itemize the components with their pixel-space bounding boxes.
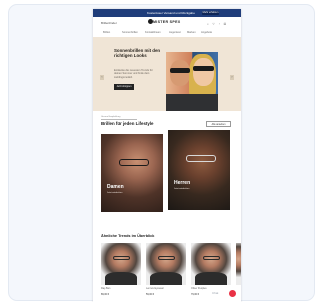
nav-item-kontaktlinsen[interactable]: Kontaktlinsen <box>145 31 161 34</box>
chat-icon[interactable] <box>229 290 236 297</box>
nav-item-marken[interactable]: Marken <box>187 31 196 34</box>
category-tile-herren[interactable]: Herren Jetzt entdecken <box>168 130 230 210</box>
product-price: 89,00 € <box>101 293 109 296</box>
main-nav: Brillen Sonnenbrillen Kontaktlinsen Auge… <box>93 30 241 36</box>
glasses-icon <box>203 256 220 260</box>
nav-item-augentest[interactable]: Augentest <box>169 31 181 34</box>
section-title: Brillen für jeden Lifestyle <box>101 121 154 126</box>
user-icon[interactable]: ◔ <box>218 22 221 26</box>
promo-bar: Kostenloser Versand und Rückgabe Mehr er… <box>93 9 241 17</box>
header-icons: ⌕ ♡ ◔ ▣ <box>207 22 227 26</box>
site-header: Brillenfinder MISTER SPEX ⌕ ♡ ◔ ▣ <box>93 17 241 30</box>
product-name: Lennox Eyewear <box>146 287 164 290</box>
chat-label: Chat <box>212 291 219 295</box>
promo-cta-button[interactable]: Mehr erfahren <box>202 11 219 15</box>
site-logo[interactable]: MISTER SPEX <box>148 19 181 24</box>
website-preview: Kostenloser Versand und Rückgabe Mehr er… <box>93 9 241 302</box>
nav-item-brillen[interactable]: Brillen <box>103 31 110 34</box>
hero-title: Sonnenbrillen mit den richtigen Looks <box>114 48 161 59</box>
hero-banner: Sonnenbrillen mit den richtigen Looks En… <box>93 37 241 111</box>
glasses-icon <box>186 155 216 162</box>
hero-next-arrow-icon[interactable]: › <box>230 75 234 80</box>
product-price: 59,00 € <box>146 293 154 296</box>
tile-caption: Damen <box>107 184 124 190</box>
product-card[interactable] <box>191 243 231 285</box>
product-card-partial[interactable] <box>236 243 241 285</box>
tile-subcaption: Jetzt entdecken <box>107 192 123 194</box>
glasses-icon <box>113 256 130 260</box>
glasses-icon <box>158 256 175 260</box>
similar-trends-title: Ähnliche Trends im Überblick <box>101 234 155 238</box>
hero-image <box>166 52 218 111</box>
hero-prev-arrow-icon[interactable]: ‹ <box>100 75 104 80</box>
promo-text: Kostenloser Versand und Rückgabe <box>147 11 195 15</box>
hero-cta-button[interactable]: Jetzt shoppen <box>114 84 134 90</box>
heart-icon[interactable]: ♡ <box>212 22 216 26</box>
logo-text: MISTER SPEX <box>153 20 181 24</box>
cart-icon[interactable]: ▣ <box>224 22 228 26</box>
glasses-finder-link[interactable]: Brillenfinder <box>101 21 117 25</box>
product-price: 79,00 € <box>191 293 199 296</box>
tile-caption: Herren <box>174 180 191 186</box>
product-card[interactable] <box>101 243 141 285</box>
tile-subcaption: Jetzt entdecken <box>174 188 190 190</box>
section-eyebrow: Unsere Empfehlung <box>101 115 137 120</box>
hero-text: Entdecke die neuesten Trends für deinen … <box>114 69 153 79</box>
glasses-icon <box>119 159 149 166</box>
product-name: Oliver Peoples <box>191 287 207 290</box>
nav-item-angebote[interactable]: Angebote <box>201 31 212 34</box>
logo-mark-icon <box>148 19 153 24</box>
category-tile-damen[interactable]: Damen Jetzt entdecken <box>101 134 163 212</box>
product-name: Ray-Ban <box>101 287 111 290</box>
product-card[interactable] <box>146 243 186 285</box>
view-all-button[interactable]: Alle ansehen <box>206 121 231 127</box>
nav-item-sonnenbrillen[interactable]: Sonnenbrillen <box>122 31 138 34</box>
search-icon[interactable]: ⌕ <box>207 22 210 26</box>
